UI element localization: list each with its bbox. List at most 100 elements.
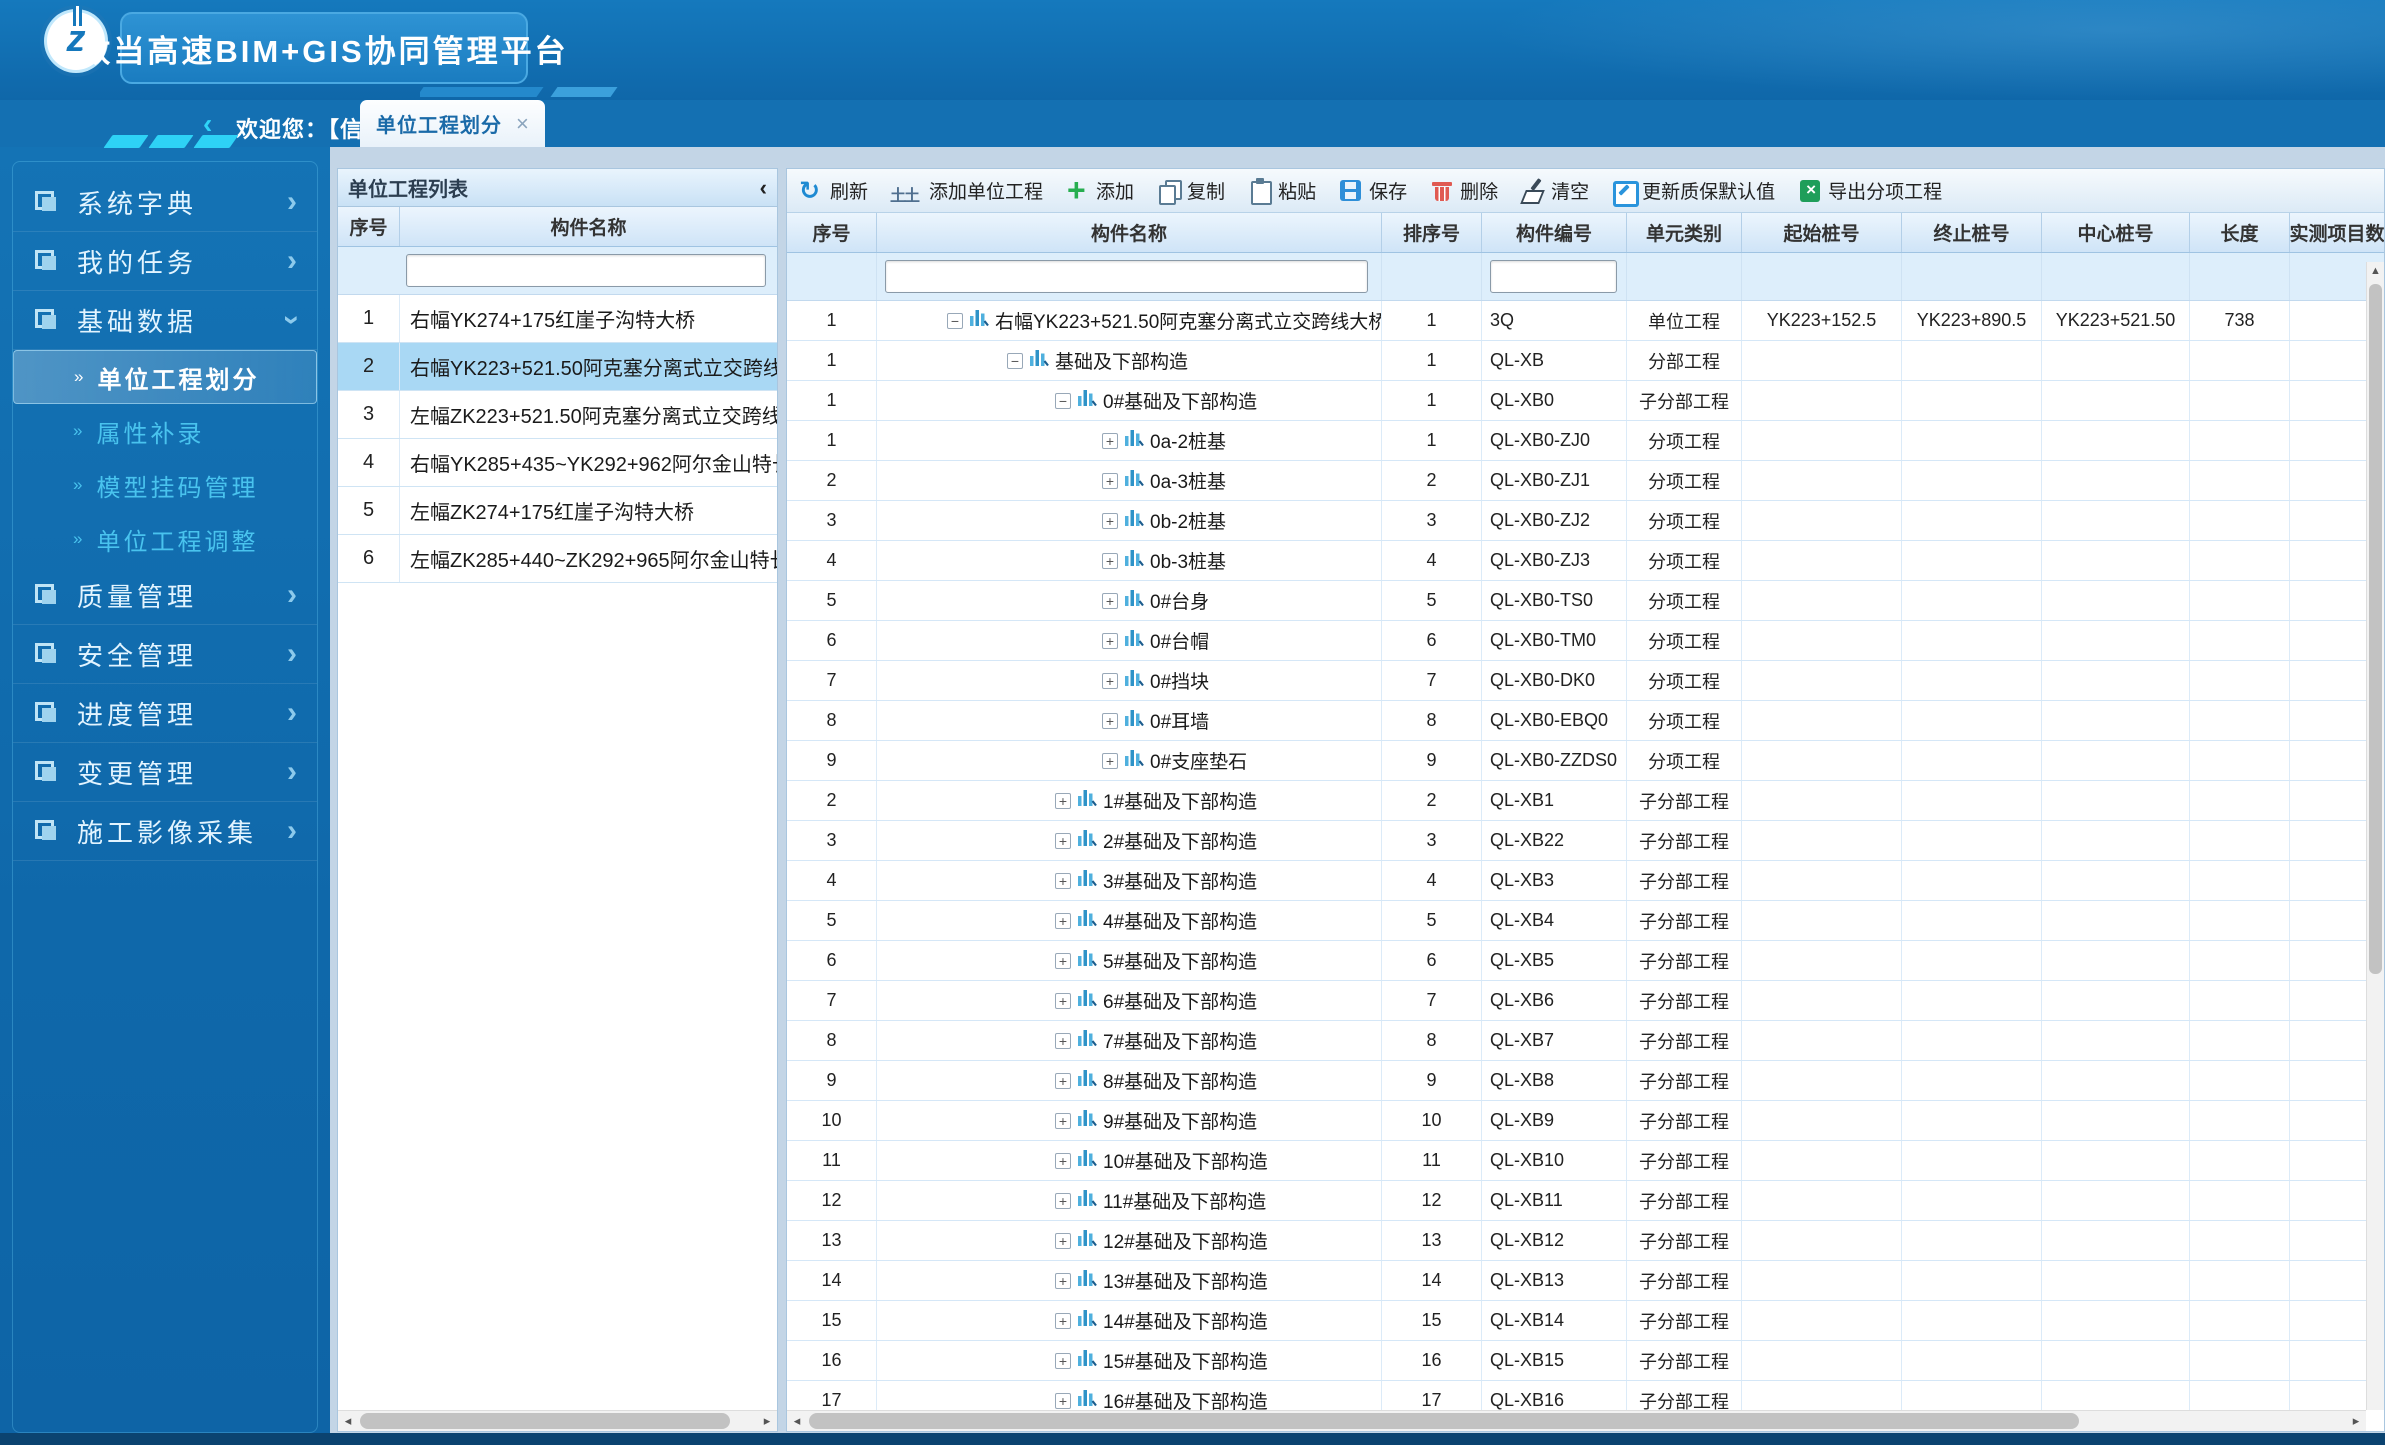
left-name-filter-input[interactable] (406, 254, 766, 287)
expand-node-icon[interactable]: + (1055, 1353, 1071, 1369)
expand-node-icon[interactable]: + (1102, 713, 1118, 729)
sidebar-item-9[interactable]: 进度管理› (13, 684, 317, 743)
expand-node-icon[interactable]: + (1055, 1153, 1071, 1169)
clear-button[interactable]: 清空 (1520, 177, 1589, 204)
vertical-scrollbar[interactable]: ▲ (2366, 262, 2384, 1410)
sidebar-item-11[interactable]: 施工影像采集› (13, 802, 317, 861)
main-horizontal-scrollbar[interactable]: ◂ ▸ (787, 1410, 2366, 1431)
component-name-filter-input[interactable] (885, 260, 1368, 293)
component-name: 9#基础及下部构造 (1103, 1107, 1257, 1134)
tree-table-row[interactable]: 6+0#台帽6QL-XB0-TM0分项工程 (787, 621, 2384, 661)
left-col-seq: 序号 (338, 207, 400, 246)
left-table-body: 1右幅YK274+175红崖子沟特大桥2右幅YK223+521.50阿克塞分离式… (338, 295, 777, 583)
trash-button[interactable]: 删除 (1429, 177, 1498, 204)
unit-project-row[interactable]: 2右幅YK223+521.50阿克塞分离式立交跨线大桥 (338, 343, 777, 391)
tree-table-row[interactable]: 15+14#基础及下部构造15QL-XB14子分部工程 (787, 1301, 2384, 1341)
sidebar-item-10[interactable]: 变更管理› (13, 743, 317, 802)
expand-node-icon[interactable]: + (1102, 433, 1118, 449)
export-button[interactable]: 导出分项工程 (1797, 177, 1942, 204)
tree-table-row[interactable]: 1+0a-2桩基1QL-XB0-ZJ0分项工程 (787, 421, 2384, 461)
expand-node-icon[interactable]: + (1055, 1393, 1071, 1409)
tree-table-row[interactable]: 1−0#基础及下部构造1QL-XB0子分部工程 (787, 381, 2384, 421)
unit-project-row[interactable]: 6左幅ZK285+440~ZK292+965阿尔金山特长隧道 (338, 535, 777, 583)
tree-table-row[interactable]: 16+15#基础及下部构造16QL-XB15子分部工程 (787, 1341, 2384, 1381)
tree-table-row[interactable]: 6+5#基础及下部构造6QL-XB5子分部工程 (787, 941, 2384, 981)
unit-project-row[interactable]: 5左幅ZK274+175红崖子沟特大桥 (338, 487, 777, 535)
tab-unit-project-division[interactable]: 单位工程划分 × (360, 100, 545, 147)
collapse-node-icon[interactable]: − (1007, 353, 1023, 369)
sidebar-subitem-6[interactable]: »单位工程调整 (13, 512, 317, 566)
folder-icon (35, 643, 61, 665)
tree-table-row[interactable]: 9+8#基础及下部构造9QL-XB8子分部工程 (787, 1061, 2384, 1101)
collapse-node-icon[interactable]: − (1055, 393, 1071, 409)
refresh-button[interactable]: 刷新 (799, 177, 868, 204)
plus-button[interactable]: 添加 (1065, 177, 1134, 204)
tree-table-row[interactable]: 2+1#基础及下部构造2QL-XB1子分部工程 (787, 781, 2384, 821)
tree-table-row[interactable]: 13+12#基础及下部构造13QL-XB12子分部工程 (787, 1221, 2384, 1261)
tree-table-row[interactable]: 11+10#基础及下部构造11QL-XB10子分部工程 (787, 1141, 2384, 1181)
tree-table-row[interactable]: 17+16#基础及下部构造17QL-XB16子分部工程 (787, 1381, 2384, 1413)
sidebar-item-0[interactable]: 系统字典› (13, 173, 317, 232)
expand-node-icon[interactable]: + (1055, 1233, 1071, 1249)
expand-node-icon[interactable]: + (1055, 1313, 1071, 1329)
left-horizontal-scrollbar[interactable]: ◂ ▸ (338, 1410, 777, 1431)
sidebar-subitem-4[interactable]: »属性补录 (13, 404, 317, 458)
expand-node-icon[interactable]: + (1055, 993, 1071, 1009)
tree-table-row[interactable]: 4+0b-3桩基4QL-XB0-ZJ3分项工程 (787, 541, 2384, 581)
tree-table-row[interactable]: 12+11#基础及下部构造12QL-XB11子分部工程 (787, 1181, 2384, 1221)
tree-table-row[interactable]: 5+4#基础及下部构造5QL-XB4子分部工程 (787, 901, 2384, 941)
tree-table-row[interactable]: 8+7#基础及下部构造8QL-XB7子分部工程 (787, 1021, 2384, 1061)
copy-button[interactable]: 复制 (1156, 177, 1225, 204)
tab-close-icon[interactable]: × (516, 111, 529, 137)
tree-table-row[interactable]: 1−右幅YK223+521.50阿克塞分离式立交跨线大桥13Q单位工程YK223… (787, 301, 2384, 341)
tree-table-row[interactable]: 7+6#基础及下部构造7QL-XB6子分部工程 (787, 981, 2384, 1021)
tree-table-row[interactable]: 1−基础及下部构造1QL-XB分部工程 (787, 341, 2384, 381)
sidebar-item-8[interactable]: 安全管理› (13, 625, 317, 684)
expand-node-icon[interactable]: + (1102, 753, 1118, 769)
tree-table-row[interactable]: 10+9#基础及下部构造10QL-XB9子分部工程 (787, 1101, 2384, 1141)
addunit-button[interactable]: 添加单位工程 (890, 177, 1043, 204)
component-code-filter-input[interactable] (1490, 260, 1617, 293)
sidebar-subitem-3[interactable]: »单位工程划分 (13, 350, 317, 404)
sidebar-subitem-5[interactable]: »模型挂码管理 (13, 458, 317, 512)
tree-table-row[interactable]: 9+0#支座垫石9QL-XB0-ZZDS0分项工程 (787, 741, 2384, 781)
tree-table-row[interactable]: 14+13#基础及下部构造14QL-XB13子分部工程 (787, 1261, 2384, 1301)
tree-table-row[interactable]: 5+0#台身5QL-XB0-TS0分项工程 (787, 581, 2384, 621)
sidebar-menu: 系统字典›我的任务›基础数据›»单位工程划分»属性补录»模型挂码管理»单位工程调… (13, 173, 317, 861)
expand-node-icon[interactable]: + (1055, 793, 1071, 809)
expand-node-icon[interactable]: + (1102, 633, 1118, 649)
save-button[interactable]: 保存 (1338, 177, 1407, 204)
expand-node-icon[interactable]: + (1102, 593, 1118, 609)
expand-node-icon[interactable]: + (1055, 873, 1071, 889)
unit-project-row[interactable]: 3左幅ZK223+521.50阿克塞分离式立交跨线大桥 (338, 391, 777, 439)
subitem-arrow-icon: » (73, 421, 82, 441)
tree-table-row[interactable]: 4+3#基础及下部构造4QL-XB3子分部工程 (787, 861, 2384, 901)
tree-table-row[interactable]: 3+0b-2桩基3QL-XB0-ZJ2分项工程 (787, 501, 2384, 541)
component-name: 基础及下部构造 (1055, 347, 1188, 374)
unit-project-row[interactable]: 1右幅YK274+175红崖子沟特大桥 (338, 295, 777, 343)
expand-node-icon[interactable]: + (1102, 513, 1118, 529)
expand-node-icon[interactable]: + (1055, 833, 1071, 849)
expand-node-icon[interactable]: + (1055, 913, 1071, 929)
sidebar-item-7[interactable]: 质量管理› (13, 566, 317, 625)
sidebar-item-2[interactable]: 基础数据› (13, 291, 317, 350)
sidebar-item-1[interactable]: 我的任务› (13, 232, 317, 291)
expand-node-icon[interactable]: + (1055, 953, 1071, 969)
expand-node-icon[interactable]: + (1102, 553, 1118, 569)
tree-table-row[interactable]: 3+2#基础及下部构造3QL-XB22子分部工程 (787, 821, 2384, 861)
expand-node-icon[interactable]: + (1055, 1113, 1071, 1129)
unit-project-row[interactable]: 4右幅YK285+435~YK292+962阿尔金山特长隧道 (338, 439, 777, 487)
expand-node-icon[interactable]: + (1055, 1193, 1071, 1209)
update-button[interactable]: 更新质保默认值 (1611, 177, 1775, 204)
tree-table-row[interactable]: 2+0a-3桩基2QL-XB0-ZJ1分项工程 (787, 461, 2384, 501)
collapse-node-icon[interactable]: − (947, 313, 963, 329)
expand-node-icon[interactable]: + (1055, 1033, 1071, 1049)
panel-collapse-icon[interactable]: ‹ (760, 181, 767, 195)
tree-table-row[interactable]: 8+0#耳墙8QL-XB0-EBQ0分项工程 (787, 701, 2384, 741)
paste-button[interactable]: 粘贴 (1247, 177, 1316, 204)
expand-node-icon[interactable]: + (1102, 673, 1118, 689)
tree-table-row[interactable]: 7+0#挡块7QL-XB0-DK0分项工程 (787, 661, 2384, 701)
expand-node-icon[interactable]: + (1102, 473, 1118, 489)
expand-node-icon[interactable]: + (1055, 1073, 1071, 1089)
expand-node-icon[interactable]: + (1055, 1273, 1071, 1289)
